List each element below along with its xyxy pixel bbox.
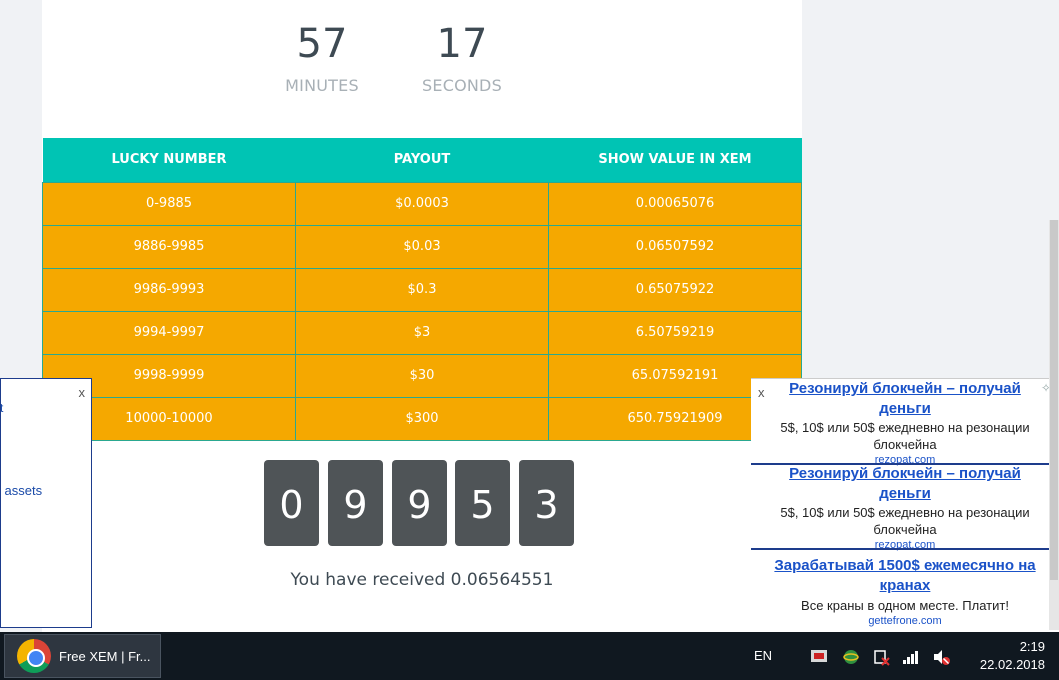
header-lucky-number: LUCKY NUMBER [42, 138, 296, 182]
chrome-icon [17, 639, 51, 673]
system-clock[interactable]: 2:19 22.02.2018 [980, 638, 1045, 674]
payout-table: LUCKY NUMBER PAYOUT SHOW VALUE IN XEM 0-… [42, 138, 802, 441]
table-row: 9886-9985 $0.03 0.06507592 [42, 224, 802, 269]
roll-digit: 9 [328, 460, 383, 546]
ad-description: 5$, 10$ или 50$ ежедневно на резонации б… [780, 505, 1030, 537]
payout-cell: $30 [295, 353, 549, 398]
header-show-value-xem: SHOW VALUE IN XEM [548, 138, 802, 182]
ad-description: Все краны в одном месте. Платит! [801, 598, 1009, 613]
ad-title-link[interactable]: Зарабатывай 1500$ ежемесячно на кранах [751, 556, 1059, 596]
clock-time: 2:19 [1019, 639, 1045, 654]
popup-link-t[interactable]: t [0, 401, 3, 415]
ad-divider [751, 548, 1059, 550]
ad-block-3[interactable]: Зарабатывай 1500$ ежемесячно на кранах В… [751, 556, 1059, 628]
table-header-row: LUCKY NUMBER PAYOUT SHOW VALUE IN XEM [42, 138, 802, 182]
ad-domain-link[interactable]: gettefrone.com [751, 614, 1059, 628]
windows-taskbar: Free XEM | Fr... EN 2:19 22.02.2018 [0, 632, 1059, 680]
language-indicator[interactable]: EN [754, 648, 772, 663]
payout-cell: $0.0003 [295, 181, 549, 226]
ad-block-2[interactable]: Резонируй блокчейн – получай деньги 5$, … [751, 464, 1059, 552]
countdown-seconds: 17 SECONDS [402, 18, 522, 95]
roll-digit: 5 [455, 460, 510, 546]
roll-digit: 9 [392, 460, 447, 546]
minutes-value: 57 [296, 21, 348, 67]
lucky-number-cell: 0-9885 [42, 181, 296, 226]
header-payout: PAYOUT [295, 138, 549, 182]
popup-link-assets[interactable]: l assets [0, 483, 42, 498]
xem-value-cell: 0.06507592 [548, 224, 802, 269]
ad-block-1[interactable]: Резонируй блокчейн – получай деньги 5$, … [751, 379, 1059, 467]
network-globe-icon[interactable] [842, 648, 860, 666]
seconds-value: 17 [436, 21, 488, 67]
payout-cell: $3 [295, 310, 549, 355]
minutes-label: MINUTES [285, 76, 359, 95]
xem-value-cell: 0.65075922 [548, 267, 802, 312]
ad-title-link[interactable]: Резонируй блокчейн – получай деньги [751, 464, 1059, 504]
roll-digit: 0 [264, 460, 319, 546]
power-warning-icon[interactable] [872, 648, 890, 666]
left-ad-popup: x t l assets [0, 378, 92, 628]
lucky-number-cell: 9986-9993 [42, 267, 296, 312]
payout-cell: $0.3 [295, 267, 549, 312]
signal-bars-icon[interactable] [902, 648, 920, 666]
countdown-timer: 57 MINUTES 17 SECONDS [262, 18, 502, 108]
ad-title-link[interactable]: Резонируй блокчейн – получай деньги [751, 379, 1059, 419]
screen-capture-icon[interactable] [810, 648, 828, 666]
lucky-number-cell: 9994-9997 [42, 310, 296, 355]
countdown-minutes: 57 MINUTES [262, 18, 382, 95]
table-row: 9986-9993 $0.3 0.65075922 [42, 267, 802, 312]
xem-value-cell: 0.00065076 [548, 181, 802, 226]
taskbar-app-label: Free XEM | Fr... [59, 648, 151, 664]
table-row: 9994-9997 $3 6.50759219 [42, 310, 802, 355]
close-icon[interactable]: x [79, 385, 86, 400]
clock-date: 22.02.2018 [979, 657, 1045, 672]
lucky-number-cell: 9886-9985 [42, 224, 296, 269]
taskbar-chrome-app[interactable]: Free XEM | Fr... [4, 634, 161, 678]
table-row: 0-9885 $0.0003 0.00065076 [42, 181, 802, 226]
table-row: 10000-10000 $300 650.75921909 [42, 396, 802, 441]
right-ad-panel: x ✧ Резонируй блокчейн – получай деньги … [751, 378, 1059, 632]
scrollbar-thumb[interactable] [1050, 220, 1058, 580]
payout-cell: $300 [295, 396, 549, 441]
page-scrollbar[interactable] [1049, 220, 1059, 630]
table-row: 9998-9999 $30 65.07592191 [42, 353, 802, 398]
xem-value-cell: 6.50759219 [548, 310, 802, 355]
payout-cell: $0.03 [295, 224, 549, 269]
volume-muted-icon[interactable] [932, 648, 950, 666]
roll-digit: 3 [519, 460, 574, 546]
seconds-label: SECONDS [422, 76, 502, 95]
received-message: You have received 0.06564551 [290, 570, 554, 590]
ad-description: 5$, 10$ или 50$ ежедневно на резонации б… [780, 420, 1030, 452]
